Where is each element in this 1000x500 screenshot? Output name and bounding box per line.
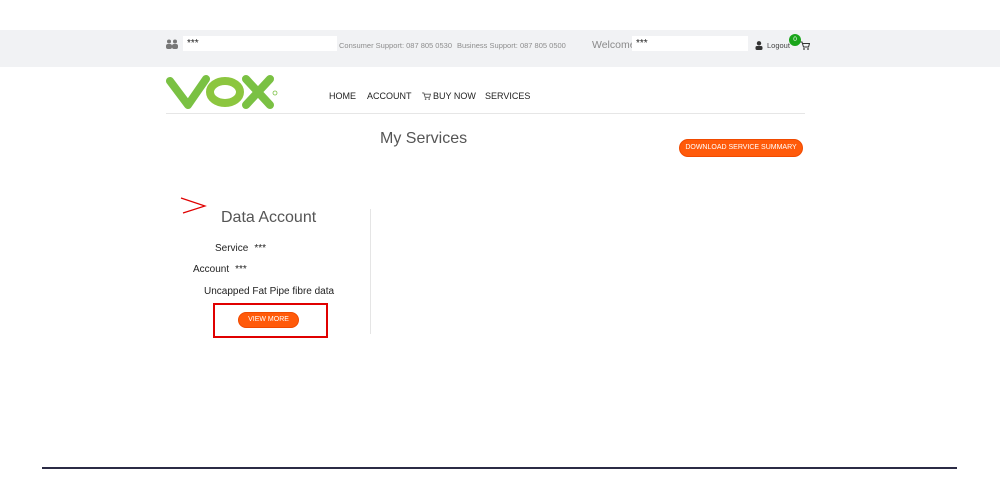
nav-buy-now[interactable]: BUY NOW [422, 91, 476, 101]
cart-icon[interactable] [800, 41, 810, 50]
users-icon [166, 39, 178, 49]
nav-services[interactable]: SERVICES [485, 91, 530, 101]
account-row: Account *** [193, 264, 247, 275]
highlight-annotation-box [213, 303, 328, 338]
account-label: Account [193, 264, 230, 275]
top-bar: *** Consumer Support: 087 805 0530 Busin… [0, 30, 1000, 67]
arrow-annotation-icon [180, 197, 207, 214]
cart-icon [422, 92, 432, 100]
service-card-title: Data Account [221, 209, 317, 226]
nav-home[interactable]: HOME [329, 91, 356, 101]
nav-buy-now-label: BUY NOW [433, 91, 476, 101]
service-label: Service [215, 243, 249, 254]
business-support-text: Business Support: 087 805 0500 [457, 41, 566, 50]
cart-count-badge: 0 [789, 34, 801, 46]
card-divider [370, 209, 371, 334]
account-number-field: *** [183, 36, 337, 51]
plan-name: Uncapped Fat Pipe fibre data [204, 286, 335, 297]
person-icon [755, 41, 763, 50]
download-service-summary-button[interactable]: DOWNLOAD SERVICE SUMMARY [679, 139, 803, 157]
bottom-divider [42, 467, 957, 469]
page-title: My Services [380, 130, 468, 147]
header-divider [166, 113, 805, 114]
welcome-user-field: *** [632, 36, 748, 51]
service-value: *** [254, 243, 267, 254]
account-value: *** [235, 264, 247, 275]
logout-link[interactable]: Logout [767, 41, 790, 50]
nav-account[interactable]: ACCOUNT [367, 91, 412, 101]
consumer-support-text: Consumer Support: 087 805 0530 [339, 41, 452, 50]
service-row: Service *** [215, 243, 266, 254]
vox-logo[interactable] [166, 71, 278, 111]
